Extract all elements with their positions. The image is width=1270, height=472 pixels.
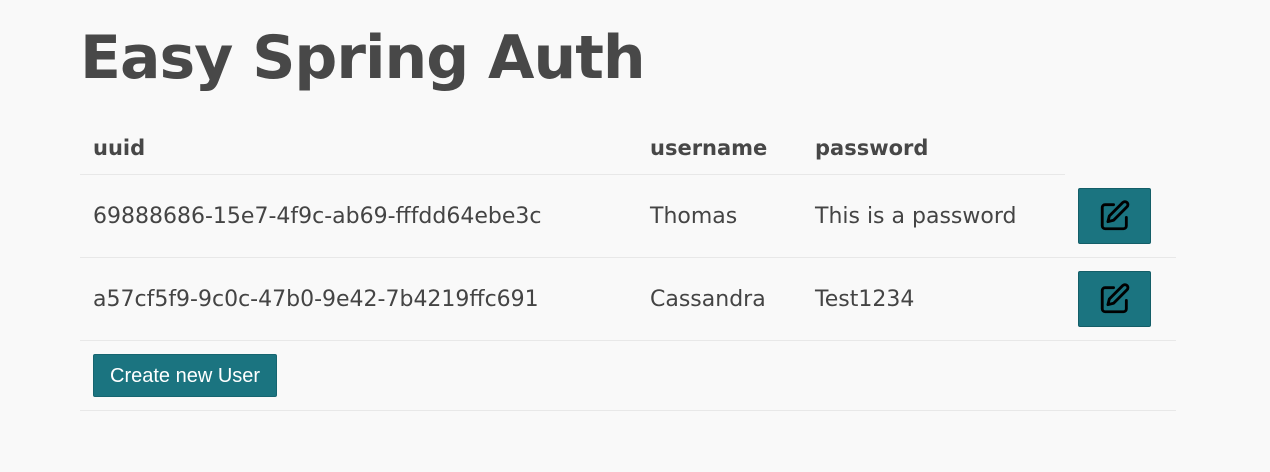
create-user-button[interactable]: Create new User	[93, 354, 278, 397]
table-header-row: uuid username password	[80, 121, 1176, 175]
edit-icon	[1100, 283, 1129, 314]
cell-empty	[802, 340, 1065, 411]
cell-username: Cassandra	[637, 257, 802, 341]
header-actions	[1065, 121, 1176, 175]
cell-empty	[637, 340, 802, 411]
table-row: a57cf5f9-9c0c-47b0-9e42-7b4219ffc691 Cas…	[80, 257, 1176, 341]
cell-username: Thomas	[637, 174, 802, 258]
cell-uuid: 69888686-15e7-4f9c-ab69-fffdd64ebe3c	[80, 174, 637, 258]
page-title: Easy Spring Auth	[80, 23, 646, 93]
cell-password: Test1234	[802, 257, 1065, 341]
edit-user-button[interactable]	[1078, 187, 1151, 244]
users-table: uuid username password 69888686-15e7-4f9…	[80, 121, 1176, 411]
table-row: 69888686-15e7-4f9c-ab69-fffdd64ebe3c Tho…	[80, 174, 1176, 258]
header-uuid: uuid	[80, 121, 637, 175]
cell-password: This is a password	[802, 174, 1065, 258]
header-password: password	[802, 121, 1065, 175]
edit-user-button[interactable]	[1078, 271, 1151, 327]
cell-empty	[1065, 340, 1176, 411]
cell-actions	[1065, 257, 1176, 341]
create-row: Create new User	[80, 340, 1176, 411]
cell-actions	[1065, 174, 1176, 258]
header-username: username	[637, 121, 802, 175]
edit-icon	[1100, 200, 1129, 230]
cell-uuid: a57cf5f9-9c0c-47b0-9e42-7b4219ffc691	[80, 257, 637, 341]
cell-create: Create new User	[80, 340, 637, 411]
